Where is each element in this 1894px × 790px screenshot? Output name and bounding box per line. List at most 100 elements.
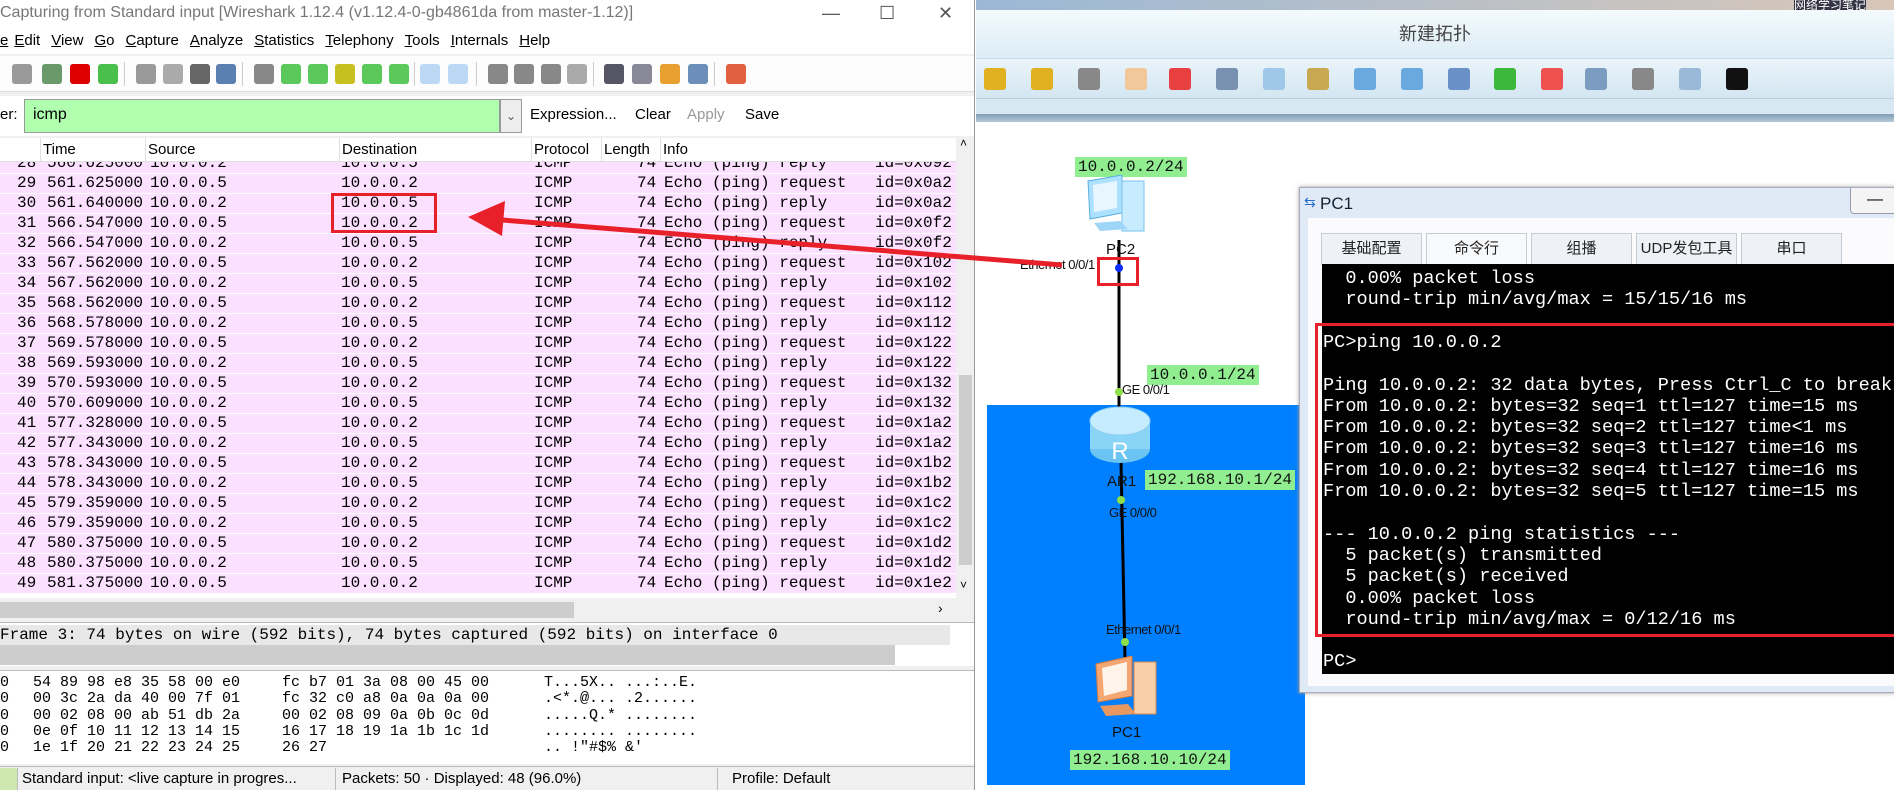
packet-row[interactable]: 46 579.359000 10.0.0.2 10.0.0.5 ICMP 74 Echo (… <box>0 514 956 534</box>
menu-file[interactable]: e <box>0 28 8 54</box>
frame-detail-row[interactable]: Frame 3: 74 bytes on wire (592 bits), 74… <box>0 625 950 645</box>
minimize-button[interactable]: — <box>1850 188 1894 214</box>
save-file-icon[interactable] <box>163 64 183 84</box>
horizontal-scroll-thumb[interactable] <box>0 602 574 618</box>
tab-4[interactable]: 串口 <box>1741 233 1842 265</box>
find-icon[interactable] <box>254 64 274 84</box>
capture-filters-icon[interactable] <box>604 64 624 84</box>
menu-capture[interactable]: Capture <box>125 28 178 54</box>
column-info[interactable]: Info <box>660 138 688 162</box>
first-icon[interactable] <box>362 64 382 84</box>
ar1-router-icon[interactable]: R <box>1089 405 1151 465</box>
menu-help[interactable]: Help <box>519 28 550 54</box>
packet-row[interactable]: 49 581.375000 10.0.0.5 10.0.0.2 ICMP 74 Echo (… <box>0 574 956 594</box>
capture-status-icon[interactable] <box>0 768 18 790</box>
menu-tools[interactable]: Tools <box>405 28 440 54</box>
packet-row[interactable]: 41 577.328000 10.0.0.5 10.0.0.2 ICMP 74 Echo (… <box>0 414 956 434</box>
details-horizontal-scrollbar[interactable] <box>0 645 895 665</box>
tab-0[interactable]: 基础配置 <box>1321 233 1422 265</box>
pc2-computer-icon[interactable] <box>1084 175 1152 237</box>
forward-icon[interactable] <box>308 64 328 84</box>
packet-row[interactable]: 34 567.562000 10.0.0.2 10.0.0.5 ICMP 74 Echo (… <box>0 274 956 294</box>
packet-row[interactable]: 39 570.593000 10.0.0.5 10.0.0.2 ICMP 74 Echo (… <box>0 374 956 394</box>
packet-row[interactable]: 44 578.343000 10.0.0.2 10.0.0.5 ICMP 74 Echo (… <box>0 474 956 494</box>
packet-destination: 10.0.0.2 <box>341 334 418 352</box>
ar1-ip-bottom-label[interactable]: 192.168.10.1/24 <box>1145 470 1296 490</box>
help-icon[interactable] <box>726 64 746 84</box>
pc2-ip-label[interactable]: 10.0.0.2/24 <box>1075 157 1187 177</box>
menu-telephony[interactable]: Telephony <box>325 28 393 54</box>
packet-length: 74 <box>637 374 657 392</box>
goto-icon[interactable] <box>335 64 355 84</box>
ar1-ge000-dot[interactable] <box>1117 496 1125 504</box>
packet-row[interactable]: 42 577.343000 10.0.0.2 10.0.0.5 ICMP 74 Echo (… <box>0 434 956 454</box>
pc1-computer-icon[interactable] <box>1092 656 1160 720</box>
close-file-icon[interactable] <box>190 64 210 84</box>
packet-time: 577.328000 <box>47 414 144 432</box>
minimize-button[interactable]: — <box>822 0 840 26</box>
zoom-out-icon[interactable] <box>514 64 534 84</box>
profile-status[interactable]: Profile: Default <box>728 768 974 790</box>
pc1-port-dot[interactable] <box>1121 638 1129 646</box>
packet-row[interactable]: 45 579.359000 10.0.0.5 10.0.0.2 ICMP 74 Echo (… <box>0 494 956 514</box>
tab-2[interactable]: 组播 <box>1531 233 1632 265</box>
interface-icon[interactable] <box>12 64 32 84</box>
maximize-button[interactable]: ☐ <box>879 0 895 26</box>
tab-3[interactable]: UDP发包工具 <box>1636 233 1737 265</box>
expression-button[interactable]: Expression... <box>530 106 617 123</box>
stop-capture-icon[interactable] <box>70 64 90 84</box>
column-time[interactable]: Time <box>40 138 76 162</box>
coloring-rules-icon[interactable] <box>660 64 680 84</box>
tab-1[interactable]: 命令行 <box>1426 233 1527 265</box>
packet-length: 74 <box>637 574 657 592</box>
zoom-in-icon[interactable] <box>488 64 508 84</box>
start-capture-icon[interactable] <box>42 64 62 84</box>
display-filter-input[interactable]: icmp <box>24 99 500 133</box>
packet-row[interactable]: 36 568.578000 10.0.0.2 10.0.0.5 ICMP 74 Echo (… <box>0 314 956 334</box>
packet-row[interactable]: 37 569.578000 10.0.0.5 10.0.0.2 ICMP 74 Echo (… <box>0 334 956 354</box>
autoscroll-icon[interactable] <box>448 64 468 84</box>
preferences-icon[interactable] <box>688 64 708 84</box>
menu-view[interactable]: View <box>51 28 83 54</box>
packet-row[interactable]: 48 580.375000 10.0.0.2 10.0.0.5 ICMP 74 Echo (… <box>0 554 956 574</box>
menu-edit[interactable]: Edit <box>14 28 40 54</box>
restart-capture-icon[interactable] <box>98 64 118 84</box>
colorize-icon[interactable] <box>420 64 440 84</box>
normal-size-icon[interactable] <box>541 64 561 84</box>
packet-row[interactable]: 35 568.562000 10.0.0.5 10.0.0.2 ICMP 74 Echo (… <box>0 294 956 314</box>
back-icon[interactable] <box>281 64 301 84</box>
apply-button[interactable]: Apply <box>687 106 725 123</box>
column-source[interactable]: Source <box>145 138 196 162</box>
open-icon[interactable] <box>136 64 156 84</box>
column-length[interactable]: Length <box>601 138 650 162</box>
packet-row[interactable]: 30 561.640000 10.0.0.2 10.0.0.5 ICMP 74 Echo (… <box>0 194 956 214</box>
packet-row[interactable]: 47 580.375000 10.0.0.5 10.0.0.2 ICMP 74 Echo (… <box>0 534 956 554</box>
display-filters-icon[interactable] <box>632 64 652 84</box>
packet-row[interactable]: 29 561.625000 10.0.0.5 10.0.0.2 ICMP 74 Echo (… <box>0 174 956 194</box>
packet-time: 566.547000 <box>47 214 144 232</box>
column-protocol[interactable]: Protocol <box>531 138 589 162</box>
packet-row[interactable]: 28 560.625000 10.0.0.2 10.0.0.5 ICMP 74 Echo (… <box>0 162 956 174</box>
save-button[interactable]: Save <box>745 106 779 123</box>
vertical-scroll-thumb[interactable] <box>959 375 972 565</box>
filter-dropdown-chevron-icon[interactable]: ⌄ <box>500 99 522 133</box>
packet-row[interactable]: 32 566.547000 10.0.0.2 10.0.0.5 ICMP 74 Echo (… <box>0 234 956 254</box>
packet-row[interactable]: 40 570.609000 10.0.0.2 10.0.0.5 ICMP 74 Echo (… <box>0 394 956 414</box>
resize-columns-icon[interactable] <box>567 64 587 84</box>
column-destination[interactable]: Destination <box>339 138 417 162</box>
packet-source: 10.0.0.5 <box>150 334 227 352</box>
pc1-window-title: PC1 <box>1320 194 1354 213</box>
close-button[interactable]: ✕ <box>938 0 953 26</box>
packet-row[interactable]: 43 578.343000 10.0.0.5 10.0.0.2 ICMP 74 Echo (… <box>0 454 956 474</box>
packet-row[interactable]: 33 567.562000 10.0.0.5 10.0.0.2 ICMP 74 Echo (… <box>0 254 956 274</box>
last-icon[interactable] <box>389 64 409 84</box>
menu-internals[interactable]: Internals <box>451 28 509 54</box>
packet-row[interactable]: 31 566.547000 10.0.0.5 10.0.0.2 ICMP 74 Echo (… <box>0 214 956 234</box>
clear-button[interactable]: Clear <box>635 106 671 123</box>
menu-analyze[interactable]: Analyze <box>190 28 243 54</box>
menu-statistics[interactable]: Statistics <box>254 28 314 54</box>
menu-go[interactable]: Go <box>94 28 114 54</box>
reload-icon[interactable] <box>216 64 236 84</box>
packet-row[interactable]: 38 569.593000 10.0.0.2 10.0.0.5 ICMP 74 Echo (… <box>0 354 956 374</box>
pc1-ip-label[interactable]: 192.168.10.10/24 <box>1070 750 1230 770</box>
